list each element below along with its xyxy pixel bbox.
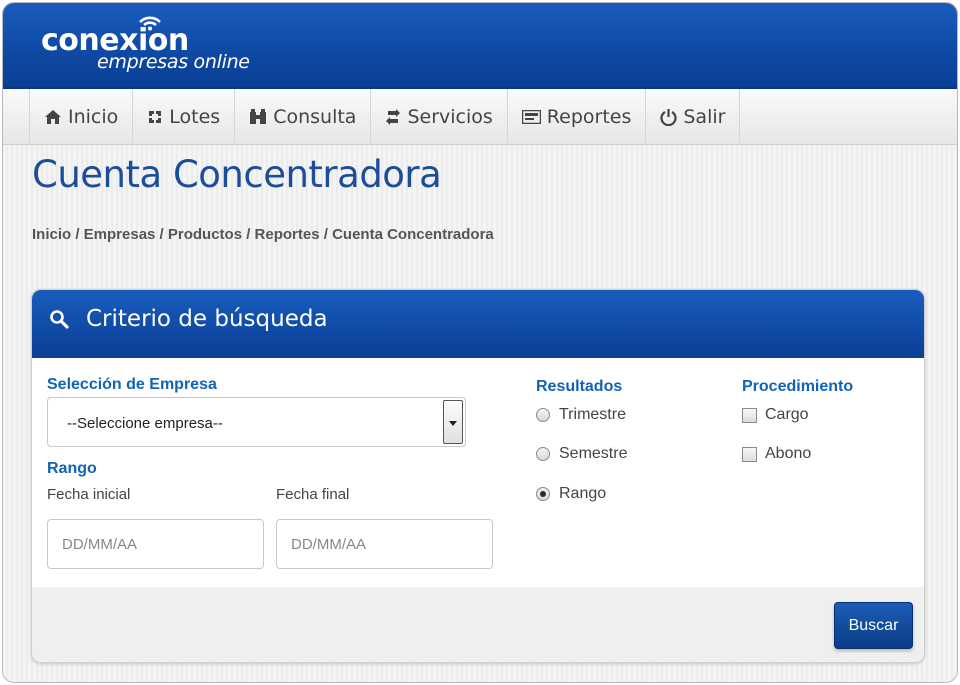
checkbox[interactable] bbox=[742, 446, 757, 462]
nav-label: Reportes bbox=[546, 106, 632, 128]
nav-label: Consulta bbox=[273, 106, 357, 128]
radio-label: Trimestre bbox=[559, 406, 626, 423]
search-criteria-panel: Criterio de búsqueda Selección de Empres… bbox=[31, 289, 925, 663]
radio-button[interactable] bbox=[536, 408, 550, 422]
radio-rango[interactable]: Rango bbox=[536, 485, 606, 503]
servicios-icon bbox=[386, 109, 401, 125]
page-title: Cuenta Concentradora bbox=[32, 153, 442, 196]
checkbox-label: Abono bbox=[765, 445, 812, 462]
lotes-icon bbox=[149, 111, 162, 123]
header: conexion empresas online bbox=[3, 3, 957, 89]
power-icon bbox=[660, 109, 677, 126]
nav-item-salir[interactable]: Salir bbox=[646, 89, 741, 145]
rango-label: Rango bbox=[47, 460, 97, 477]
fecha-final-input[interactable] bbox=[276, 519, 493, 569]
nav-item-inicio[interactable]: Inicio bbox=[30, 89, 134, 145]
search-icon bbox=[50, 310, 69, 329]
nav-label: Servicios bbox=[407, 106, 493, 128]
radio-button-selected[interactable] bbox=[536, 487, 550, 501]
checkbox-label: Cargo bbox=[765, 406, 809, 423]
resultados-label: Resultados bbox=[536, 378, 623, 395]
brand-tagline: empresas online bbox=[97, 51, 250, 73]
nav-item-lotes[interactable]: Lotes bbox=[133, 89, 236, 145]
panel-title: Criterio de búsqueda bbox=[86, 306, 328, 332]
nav-item-reportes[interactable]: Reportes bbox=[508, 89, 647, 145]
brand-logo[interactable]: conexion empresas online bbox=[41, 16, 261, 77]
radio-semestre[interactable]: Semestre bbox=[536, 445, 627, 463]
empresa-label: Selección de Empresa bbox=[47, 376, 217, 393]
checkbox-cargo[interactable]: Cargo bbox=[742, 406, 809, 424]
fecha-inicial-label: Fecha inicial bbox=[47, 486, 131, 503]
panel-header: Criterio de búsqueda bbox=[32, 290, 924, 358]
checkbox[interactable] bbox=[742, 407, 757, 423]
nav-label: Salir bbox=[683, 106, 726, 128]
checkbox-abono[interactable]: Abono bbox=[742, 445, 811, 463]
empresa-select-value: --Seleccione empresa-- bbox=[67, 415, 223, 432]
search-button[interactable]: Buscar bbox=[834, 602, 913, 649]
procedimiento-label: Procedimiento bbox=[742, 378, 854, 395]
app-window: conexion empresas online Inicio Lotes Co… bbox=[2, 2, 958, 683]
nav-item-consulta[interactable]: Consulta bbox=[235, 89, 372, 145]
nav-label: Lotes bbox=[169, 106, 221, 128]
radio-button[interactable] bbox=[536, 447, 550, 461]
radio-label: Semestre bbox=[559, 445, 628, 462]
fecha-final-label: Fecha final bbox=[276, 486, 350, 503]
panel-footer bbox=[32, 587, 924, 662]
fecha-inicial-input[interactable] bbox=[47, 519, 264, 569]
main-nav: Inicio Lotes Consulta Servicios Reportes… bbox=[3, 89, 957, 145]
consulta-icon bbox=[250, 109, 267, 124]
nav-label: Inicio bbox=[68, 106, 119, 128]
empresa-select[interactable]: --Seleccione empresa-- bbox=[47, 397, 466, 447]
home-icon bbox=[45, 110, 61, 124]
chevron-down-icon[interactable] bbox=[443, 400, 463, 444]
breadcrumb: Inicio / Empresas / Productos / Reportes… bbox=[32, 226, 494, 243]
radio-trimestre[interactable]: Trimestre bbox=[536, 406, 626, 424]
radio-label: Rango bbox=[559, 485, 607, 502]
nav-item-servicios[interactable]: Servicios bbox=[371, 89, 508, 145]
reportes-icon bbox=[521, 110, 541, 124]
